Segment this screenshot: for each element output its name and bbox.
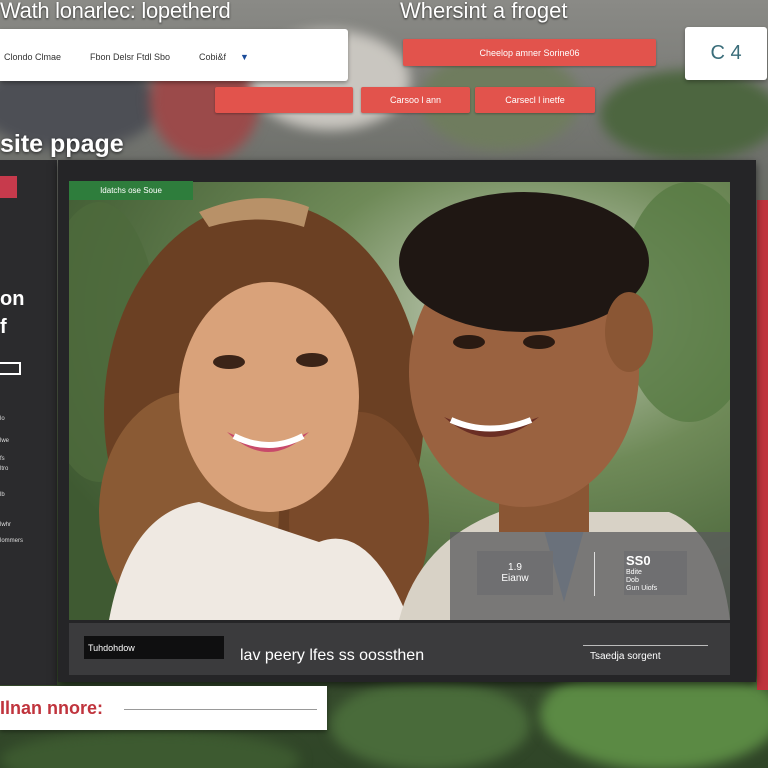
stat-right-line: Dob [626,576,639,584]
sidebar-item[interactable]: lwe [0,438,9,444]
sidebar-item[interactable]: fs [0,456,5,462]
stat-left-value: 1.9 [508,562,522,573]
learn-more-bar[interactable]: Ilnan nnore: [0,686,327,730]
learn-more-label: Ilnan nnore: [0,698,103,718]
action-button-2[interactable]: Carsoo l ann [361,87,470,113]
photo-tag: Idatchs ose Soue [69,181,193,200]
chevron-down-icon[interactable]: ▼ [240,52,249,62]
sidebar-item[interactable]: lb [0,492,5,498]
hero-right-title: Whersint a froget [400,0,568,23]
sidebar-item[interactable]: ltro [0,466,8,472]
stat-right-line: Gun [626,585,640,593]
sidebar-item[interactable]: lwhr [0,522,11,528]
stat-right-line: Bdite [626,568,642,576]
sidebar-heading-2: f [0,316,7,338]
page-title: site ppage [0,130,124,158]
stat-card-left[interactable]: 1.9 Eianw [477,551,553,595]
learn-more-line [124,709,317,710]
sidebar-heading-1: on [0,288,25,310]
stat-left-label: Eianw [501,573,529,584]
caption-link[interactable]: Tsaedja sorgent [590,651,661,662]
search-field-filter[interactable]: Cobi&f [199,52,226,62]
search-field-location[interactable]: Clondo Clmae [4,52,61,62]
sidebar-item[interactable]: lo [0,416,5,422]
stat-card-right[interactable]: SS0 Bdite Dob Gun Uiofs [624,551,687,595]
photo-caption: lav peery lfes ss oossthen [240,647,425,664]
hero-title: Wath lonarlec: lopetherd [0,0,231,23]
top-action-button[interactable]: Cheelop amner Sorine06 [403,39,656,66]
right-accent-strip [757,200,768,690]
counter-widget[interactable]: C 4 [685,27,767,80]
caption-chip[interactable]: Tuhdohdow [84,636,224,659]
search-field-category[interactable]: Fbon Delsr Ftdl Sbo [90,52,170,62]
left-sidebar: on f lo lwe fs ltro lb lwhr lommers [0,160,57,685]
search-bar[interactable]: Clondo Clmae Fbon Delsr Ftdl Sbo Cobi&f … [0,29,348,81]
sidebar-input-box[interactable] [0,362,21,375]
action-button-3[interactable]: Carsecl l inetfe [475,87,595,113]
sidebar-item[interactable]: lommers [0,538,23,544]
stat-right-value: SS0 [626,553,651,568]
stat-divider [594,552,595,596]
stat-right-suffix: Uiofs [641,585,658,593]
link-divider [583,645,708,646]
sidebar-badge [0,176,17,198]
blank-action-button[interactable] [215,87,353,113]
